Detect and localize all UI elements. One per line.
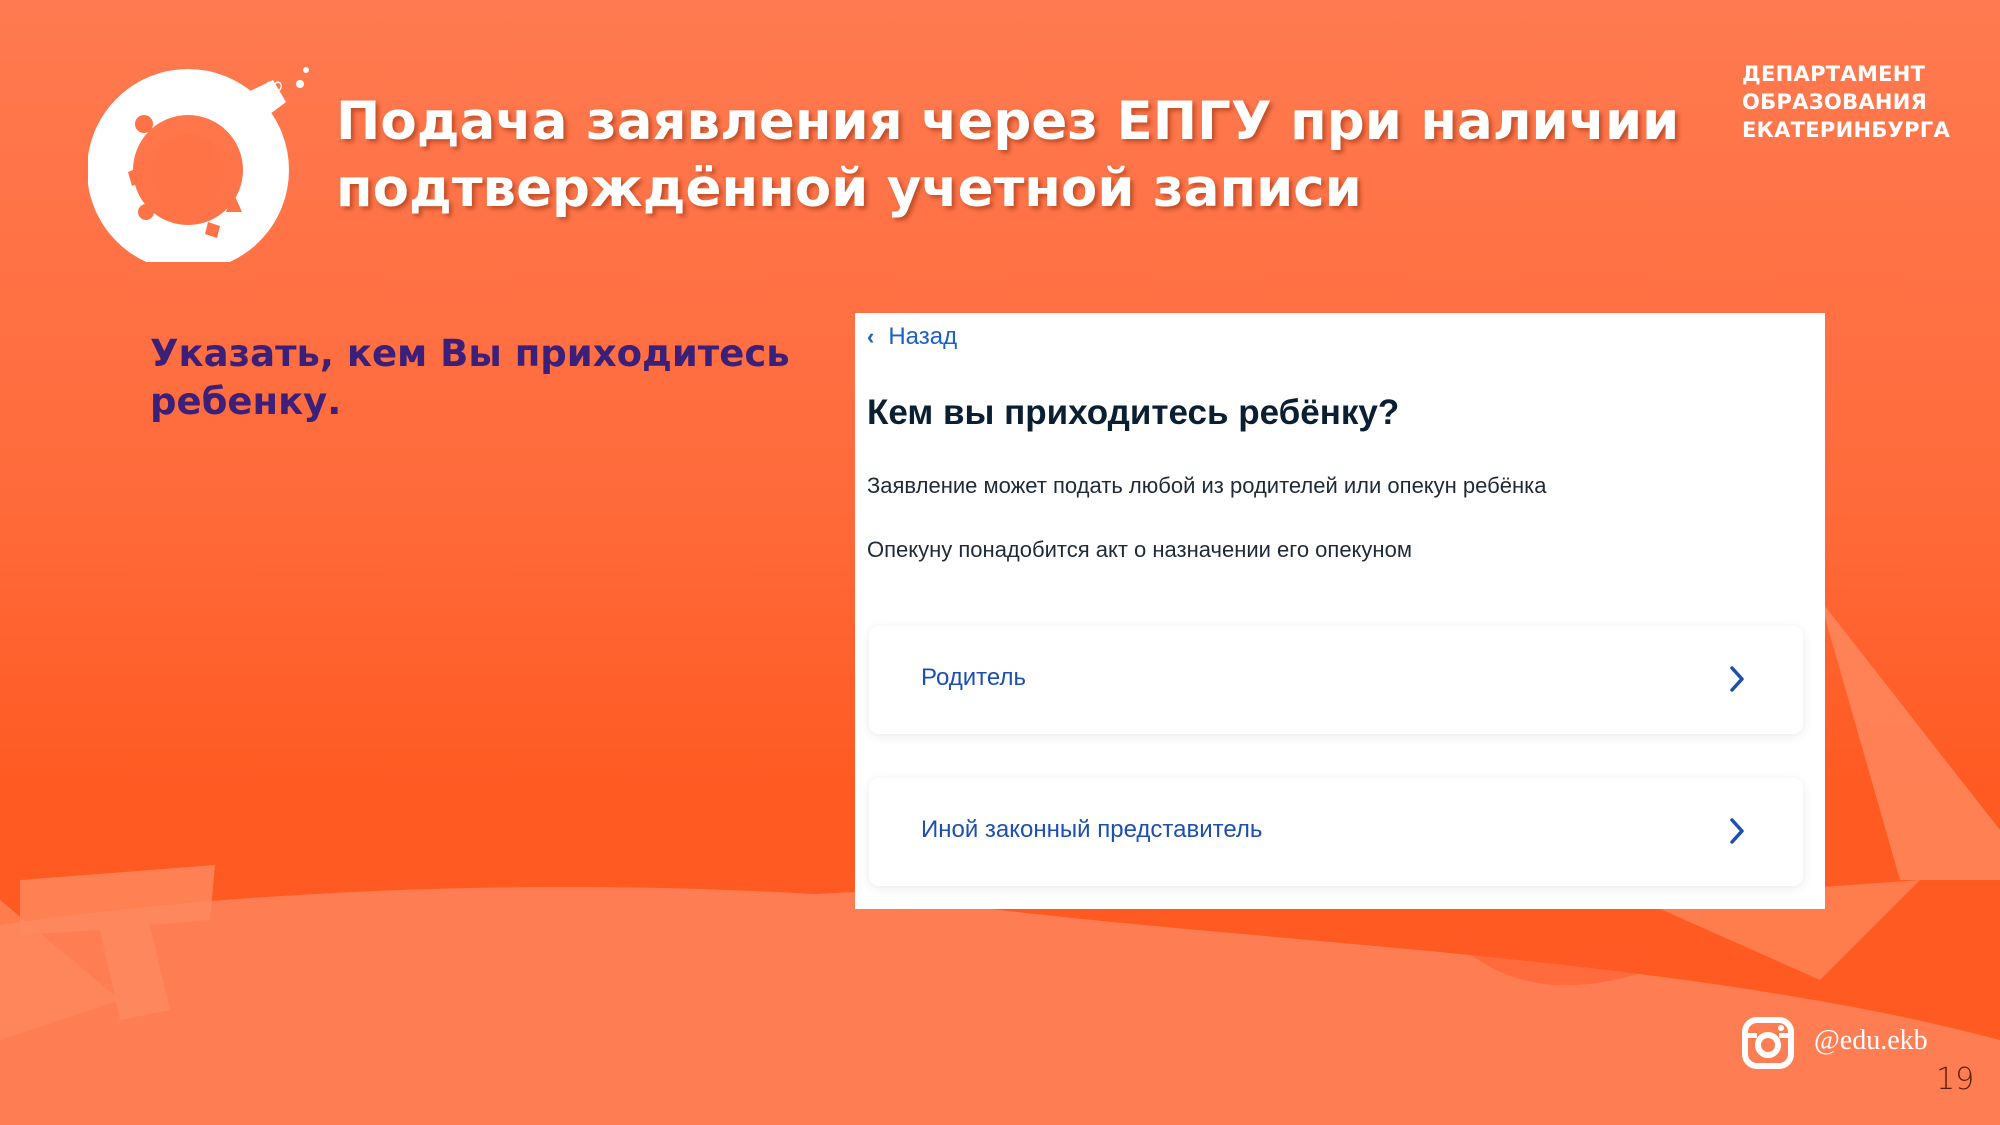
info-text-2: Опекуну понадобится акт о назначении его… [867, 537, 1412, 562]
slide-title-line-1: Подача заявления через ЕПГУ при наличии [336, 91, 1680, 152]
department-logo-text: ДЕПАРТАМЕНТ ОБРАЗОВАНИЯ ЕКАТЕРИНБУРГА [1742, 60, 1950, 144]
slide-title-line-2: подтверждённой учетной записи [336, 158, 1362, 219]
form-screenshot-panel: ‹ Назад Кем вы приходитесь ребёнку? Заявл… [855, 313, 1825, 909]
chevron-right-icon [1730, 666, 1744, 692]
logo-icon: ∞ [88, 67, 309, 262]
department-line-2: ОБРАЗОВАНИЯ [1742, 90, 1928, 114]
back-link[interactable]: ‹ Назад [867, 321, 957, 353]
question-heading: Кем вы приходитесь ребёнку? [867, 393, 1400, 432]
info-text-1: Заявление может подать любой из родителе… [867, 473, 1547, 498]
social-handle[interactable]: @edu.ekb [1814, 1025, 1928, 1057]
instruction-text: Указать, кем Вы приходитесь ребенку. [150, 330, 830, 426]
slide-title: Подача заявления через ЕПГУ при наличии … [336, 88, 1716, 222]
page-number: 19 [1936, 1062, 1975, 1097]
department-line-1: ДЕПАРТАМЕНТ [1742, 62, 1926, 86]
option-parent-label: Родитель [921, 664, 1026, 691]
option-other-representative[interactable]: Иной законный представитель [869, 778, 1803, 886]
back-label: Назад [888, 323, 958, 350]
department-line-3: ЕКАТЕРИНБУРГА [1742, 118, 1951, 142]
instagram-icon[interactable] [1742, 1017, 1794, 1069]
instruction-line-2: ребенку. [150, 380, 342, 423]
instruction-line-1: Указать, кем Вы приходитесь [150, 332, 790, 375]
chevron-right-icon [1730, 818, 1744, 844]
option-parent[interactable]: Родитель [869, 626, 1803, 734]
option-other-label: Иной законный представитель [921, 816, 1263, 843]
svg-text:∞: ∞ [263, 71, 285, 101]
chevron-left-icon: ‹ [867, 324, 875, 349]
